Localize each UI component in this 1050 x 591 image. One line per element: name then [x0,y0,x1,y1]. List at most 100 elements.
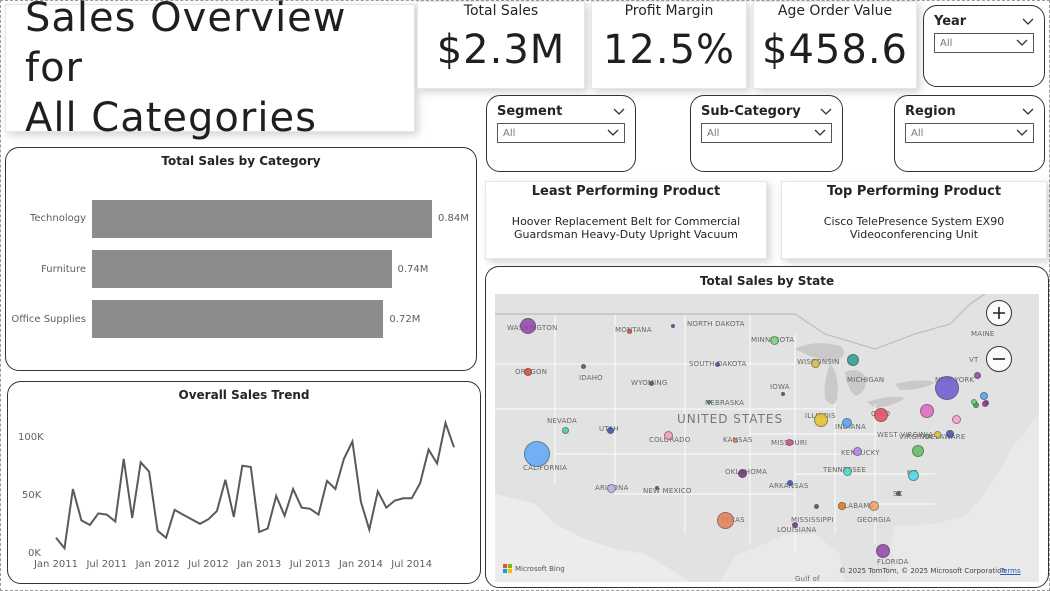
state-bubble-tennessee[interactable] [842,466,852,476]
state-bubble-new-jersey[interactable] [951,414,961,424]
chevron-down-icon[interactable] [820,107,832,117]
state-bubble-missouri[interactable] [785,438,793,446]
state-bubble-south-carolina[interactable] [895,490,901,496]
map-state-label: MONTANA [615,326,652,334]
state-bubble-nebraska[interactable] [707,400,711,404]
map-canvas[interactable]: WASHINGTONMONTANANORTH DAKOTAMINNESOTAOR… [495,294,1039,582]
top-performing-product-card: Top Performing Product Cisco TelePresenc… [781,181,1047,259]
state-bubble-georgia[interactable] [869,501,879,511]
year-dropdown[interactable]: All [934,33,1034,53]
state-bubble-kentucky[interactable] [852,446,862,456]
sales-trend-line-chart: Overall Sales Trend 100K 50K 0K Jan 2011… [7,381,481,584]
map-state-label: MICHIGAN [847,376,885,384]
map-state-label: GEORGIA [857,516,891,524]
state-bubble-louisiana[interactable] [792,522,798,528]
state-bubble-colorado[interactable] [663,430,673,440]
zoom-out-button[interactable] [986,346,1012,372]
state-bubble-oregon[interactable] [524,368,532,376]
state-bubble-california[interactable] [524,441,550,467]
kpi-value: $2.3M [436,27,566,73]
slicer-title: Year [934,14,967,29]
map-state-label: FLORIDA [877,558,909,566]
map-state-label: NEBRASKA [705,399,745,407]
map-state-label: NEW MEXICO [643,487,692,495]
state-bubble-wyoming[interactable] [648,380,654,386]
bar-technology[interactable] [92,200,432,238]
state-bubble-texas[interactable] [716,511,734,529]
state-bubble-virginia[interactable] [912,445,924,457]
state-bubble-alabama[interactable] [838,502,846,510]
microsoft-logo-icon [503,564,512,573]
slicer-segment: Segment All [486,95,636,172]
state-bubble-idaho[interactable] [580,363,586,369]
state-bubble-connecticut[interactable] [980,392,988,400]
state-bubble-iowa[interactable] [781,392,785,396]
state-bubble-arizona[interactable] [606,483,616,493]
map-state-label: IOWA [770,383,790,391]
zoom-in-button[interactable] [986,300,1012,326]
bar-data-label: 0.74M [397,264,429,275]
state-bubble-utah[interactable] [606,426,614,434]
region-dropdown[interactable]: All [905,123,1034,143]
kpi-value: 12.5% [602,27,736,73]
state-bubble-maryland[interactable] [971,399,977,405]
state-bubble-mississippi[interactable] [813,503,819,509]
dropdown-value: All [503,127,516,139]
slicer-title: Segment [497,104,563,119]
chevron-down-icon [1016,129,1028,136]
kpi-label: Total Sales [463,3,539,19]
map-state-label: NORTH DAKOTA [687,320,745,328]
state-bubble-florida[interactable] [876,544,890,558]
state-bubble-delaware[interactable] [946,430,954,438]
x-tick-label: Jul 2011 [85,559,127,570]
state-bubble-north-dakota[interactable] [671,324,675,328]
category-bar-chart: Total Sales by Category Technology Furni… [5,147,477,371]
state-bubble-indiana[interactable] [842,418,852,428]
state-bubble-michigan[interactable] [847,354,859,366]
state-bubble-new-hampshire[interactable] [973,371,981,379]
state-bubble-west-virginia[interactable] [933,430,941,438]
dropdown-value: All [911,127,924,139]
page-title-card: Sales Overview for All Categories [5,0,415,141]
bar-data-label: 0.72M [389,314,421,325]
chevron-down-icon[interactable] [1022,107,1034,117]
sub-category-dropdown[interactable]: All [701,123,832,143]
dropdown-value: All [940,37,953,49]
product-name: Hoover Replacement Belt for Commercial G… [511,215,741,241]
state-bubble-wisconsin[interactable] [810,358,820,368]
chevron-down-icon [607,129,619,136]
product-name: Cisco TelePresence System EX90 Videoconf… [823,215,1005,241]
state-bubble-ohio[interactable] [874,408,888,422]
state-bubble-arkansas[interactable] [787,480,793,486]
state-bubble-pennsylvania[interactable] [920,404,934,418]
kpi-card-avg-order-value: Age Order Value $458.6 [753,1,917,89]
terms-link[interactable]: Terms [1000,567,1021,575]
bar-data-label: 0.84M [438,213,469,224]
state-bubble-oklahoma[interactable] [737,468,747,478]
bar-office-supplies[interactable] [92,300,384,338]
state-bubble-nevada[interactable] [561,426,569,434]
state-bubble-rhode-island[interactable] [982,401,988,407]
chevron-down-icon[interactable] [613,107,625,117]
state-bubble-south-dakota[interactable] [714,361,720,367]
bar-furniture[interactable] [92,250,392,288]
state-bubble-kansas[interactable] [732,437,738,443]
page-title-line-2: All Categories [25,95,317,141]
series-line[interactable] [55,419,455,551]
slicer-year: Year All [923,5,1045,87]
card-title: Top Performing Product [826,184,1002,199]
state-bubble-illinois[interactable] [814,413,828,427]
state-bubble-north-carolina[interactable] [907,469,919,481]
kpi-label: Age Order Value [777,3,893,19]
x-tick-label: Jul 2014 [390,559,432,570]
map-state-label: NEVADA [547,417,578,425]
state-bubble-montana[interactable] [626,328,632,334]
state-bubble-minnesota[interactable] [769,335,779,345]
state-bubble-new-york[interactable] [935,376,959,400]
chevron-down-icon[interactable] [1022,17,1034,27]
kpi-card-profit-margin: Profit Margin 12.5% [591,1,747,89]
map-state-label: VT [969,356,979,364]
state-bubble-washington[interactable] [520,318,536,334]
segment-dropdown[interactable]: All [497,123,625,143]
state-bubble-new-mexico[interactable] [655,486,659,490]
